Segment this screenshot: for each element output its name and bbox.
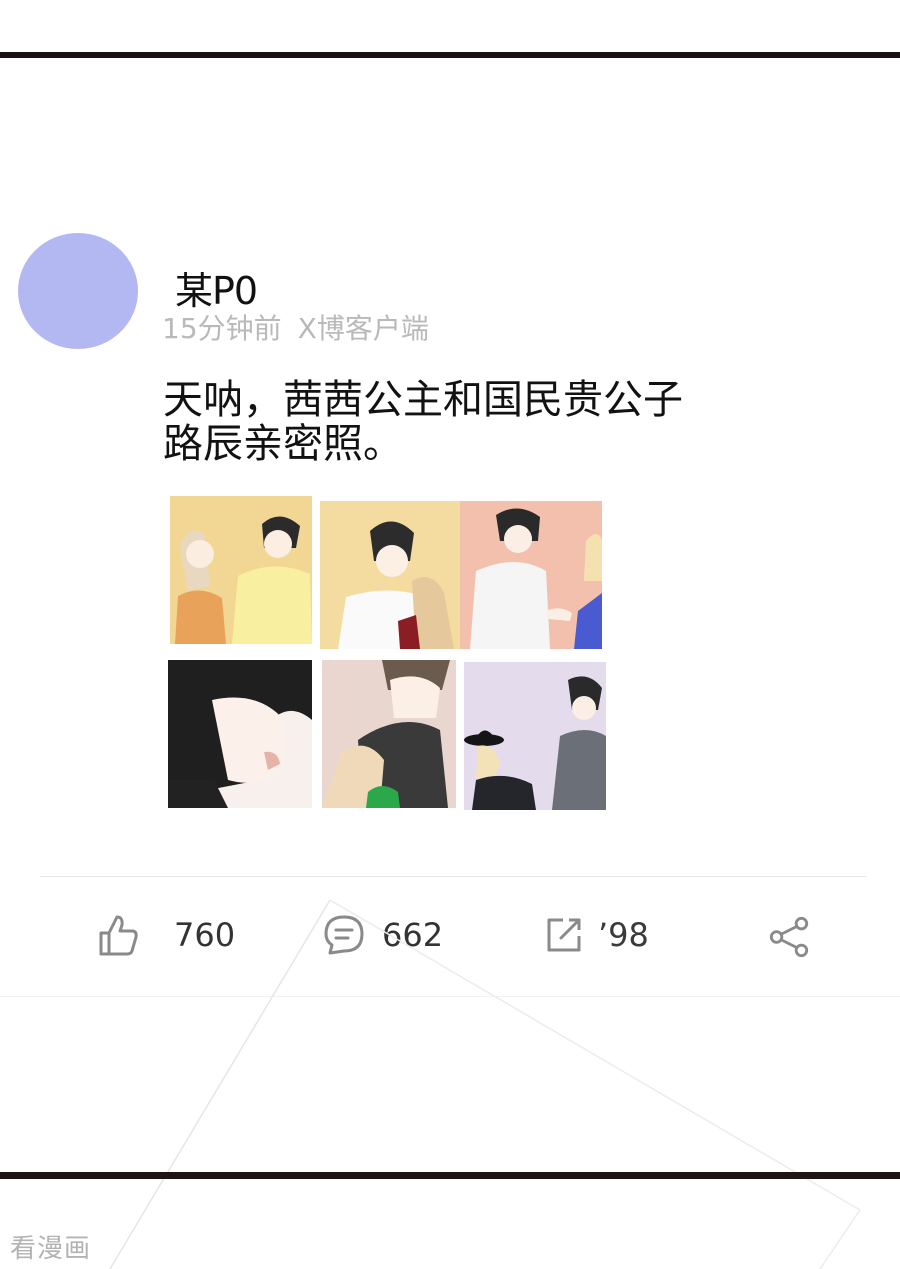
post-card: 某P0 15分钟前 X博客户端 天呐，茜茜公主和国民贵公子 路辰亲密照。 760… — [0, 58, 900, 1172]
divider — [40, 876, 866, 877]
photo-thumbnail[interactable] — [320, 501, 462, 649]
watermark: 看漫画 — [10, 1234, 92, 1264]
repost-button[interactable]: ʼ98 — [542, 913, 649, 957]
comment-count: 662 — [382, 916, 444, 954]
like-button[interactable]: 760 — [96, 913, 235, 957]
post-source: X博客户端 — [297, 312, 429, 345]
post-time: 15分钟前 — [162, 312, 282, 345]
repost-icon — [542, 913, 586, 957]
post-text: 天呐，茜茜公主和国民贵公子 路辰亲密照。 — [163, 378, 763, 466]
share-button[interactable] — [767, 915, 811, 959]
image-grid — [168, 496, 608, 812]
photo-thumbnail[interactable] — [460, 501, 602, 649]
photo-thumbnail[interactable] — [168, 660, 312, 808]
repost-count: ʼ98 — [598, 916, 649, 954]
post-meta: 15分钟前 X博客户端 — [162, 307, 445, 347]
thumbs-up-icon — [96, 913, 140, 957]
share-icon — [767, 915, 811, 959]
action-bar: 760 662 ʼ98 — [0, 903, 900, 973]
post-text-line: 路辰亲密照。 — [163, 421, 403, 467]
action-bar-border — [0, 996, 900, 997]
comment-button[interactable]: 662 — [322, 913, 443, 957]
photo-thumbnail[interactable] — [464, 662, 606, 810]
like-count: 760 — [174, 916, 236, 954]
post-text-line: 天呐，茜茜公主和国民贵公子 — [163, 377, 683, 423]
avatar[interactable] — [18, 233, 138, 349]
photo-thumbnail[interactable] — [170, 496, 312, 644]
bottom-border — [0, 1172, 900, 1179]
comment-bubble-icon — [322, 913, 366, 957]
photo-thumbnail[interactable] — [322, 660, 456, 808]
